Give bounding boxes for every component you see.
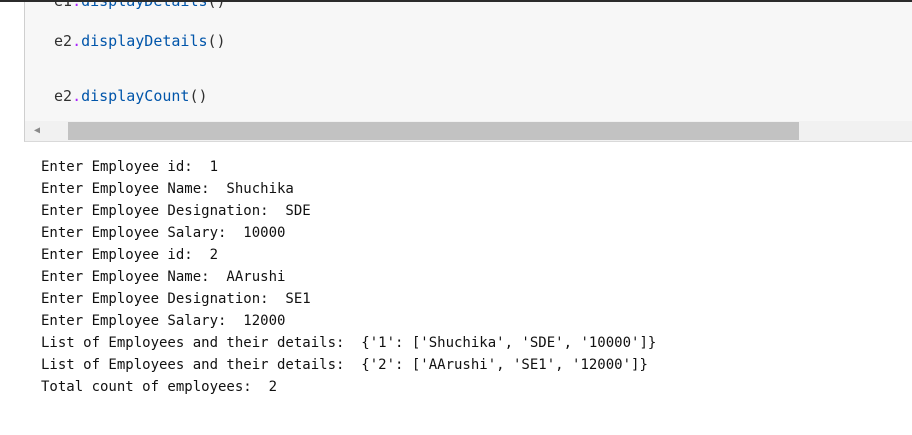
horizontal-scrollbar[interactable]: ◀ bbox=[24, 121, 912, 142]
code-parens: () bbox=[208, 2, 226, 10]
code-cell[interactable]: e1.displayDetails() e2.displayDetails() … bbox=[24, 2, 912, 121]
output-line: Enter Employee Designation: SE1 bbox=[41, 291, 311, 307]
output-line: Enter Employee Salary: 10000 bbox=[41, 225, 286, 241]
code-line-e2-display-count: e2.displayCount() bbox=[54, 86, 208, 106]
code-method: displayDetails bbox=[81, 2, 207, 10]
code-dot: . bbox=[72, 32, 82, 50]
output-line: Enter Employee Name: AArushi bbox=[41, 269, 286, 285]
output-line: Enter Employee Salary: 12000 bbox=[41, 313, 286, 329]
code-method: displayDetails bbox=[81, 32, 208, 50]
code-dot: . bbox=[72, 87, 82, 105]
output-line: Enter Employee Designation: SDE bbox=[41, 203, 311, 219]
code-dot: . bbox=[72, 2, 81, 10]
code-parens: () bbox=[207, 32, 226, 50]
cell-output: Enter Employee id: 1 Enter Employee Name… bbox=[41, 156, 901, 398]
code-line-e1-display-details: e1.displayDetails() bbox=[54, 2, 226, 11]
output-line: Enter Employee Name: Shuchika bbox=[41, 181, 294, 197]
code-object: e1 bbox=[54, 2, 72, 10]
code-object: e2 bbox=[54, 87, 73, 105]
output-line: Enter Employee id: 2 bbox=[41, 247, 219, 263]
output-line: Total count of employees: 2 bbox=[41, 379, 278, 395]
output-line: List of Employees and their details: {'1… bbox=[41, 335, 657, 351]
scroll-left-icon[interactable]: ◀ bbox=[34, 125, 40, 137]
output-line: Enter Employee id: 1 bbox=[41, 159, 219, 175]
code-object: e2 bbox=[54, 32, 73, 50]
scrollbar-thumb[interactable] bbox=[68, 122, 799, 140]
code-line-e2-display-details: e2.displayDetails() bbox=[54, 31, 226, 51]
code-parens: () bbox=[189, 87, 208, 105]
output-line: List of Employees and their details: {'2… bbox=[41, 357, 648, 373]
code-method: displayCount bbox=[81, 87, 190, 105]
